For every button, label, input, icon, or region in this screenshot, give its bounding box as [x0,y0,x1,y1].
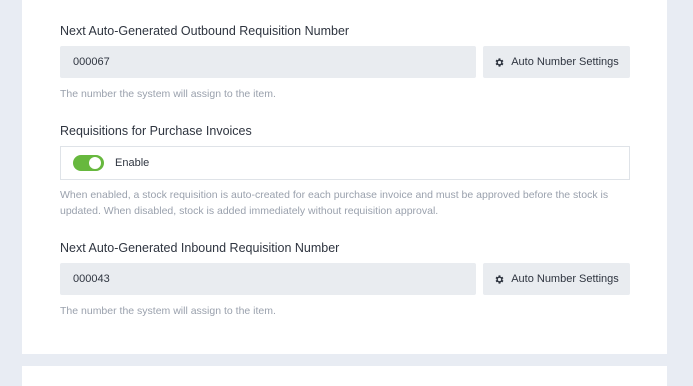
purchase-invoices-label: Requisitions for Purchase Invoices [60,124,252,138]
purchase-invoices-help-line1: When enabled, a stock requisition is aut… [60,189,609,201]
purchase-invoices-help-line2: updated. When disabled, stock is added i… [60,205,439,217]
inbound-help: The number the system will assign to the… [60,305,276,317]
inbound-number-field[interactable]: 000043 [60,263,476,295]
inbound-section: Next Auto-Generated Inbound Requisition … [60,240,630,319]
gear-icon [495,57,504,67]
outbound-section: Next Auto-Generated Outbound Requisition… [60,23,630,102]
settings-card: Next Auto-Generated Outbound Requisition… [22,0,667,354]
purchase-invoices-section: Requisitions for Purchase Invoices Enabl… [60,123,630,219]
inbound-auto-number-settings-button[interactable]: Auto Number Settings [483,263,630,295]
enable-toggle-switch[interactable] [73,155,104,171]
outbound-auto-number-settings-button[interactable]: Auto Number Settings [483,46,630,78]
enable-toggle-row: Enable [60,146,630,180]
gear-icon [495,274,504,284]
inbound-label: Next Auto-Generated Inbound Requisition … [60,241,340,255]
next-card [22,366,667,386]
outbound-number-field[interactable]: 000067 [60,46,476,78]
outbound-help: The number the system will assign to the… [60,88,276,100]
inbound-button-label: Auto Number Settings [511,273,619,285]
enable-toggle-label: Enable [115,157,150,169]
purchase-invoices-help: When enabled, a stock requisition is aut… [60,187,630,219]
outbound-button-label: Auto Number Settings [511,56,619,68]
outbound-label: Next Auto-Generated Outbound Requisition… [60,24,350,38]
toggle-knob [89,157,101,169]
